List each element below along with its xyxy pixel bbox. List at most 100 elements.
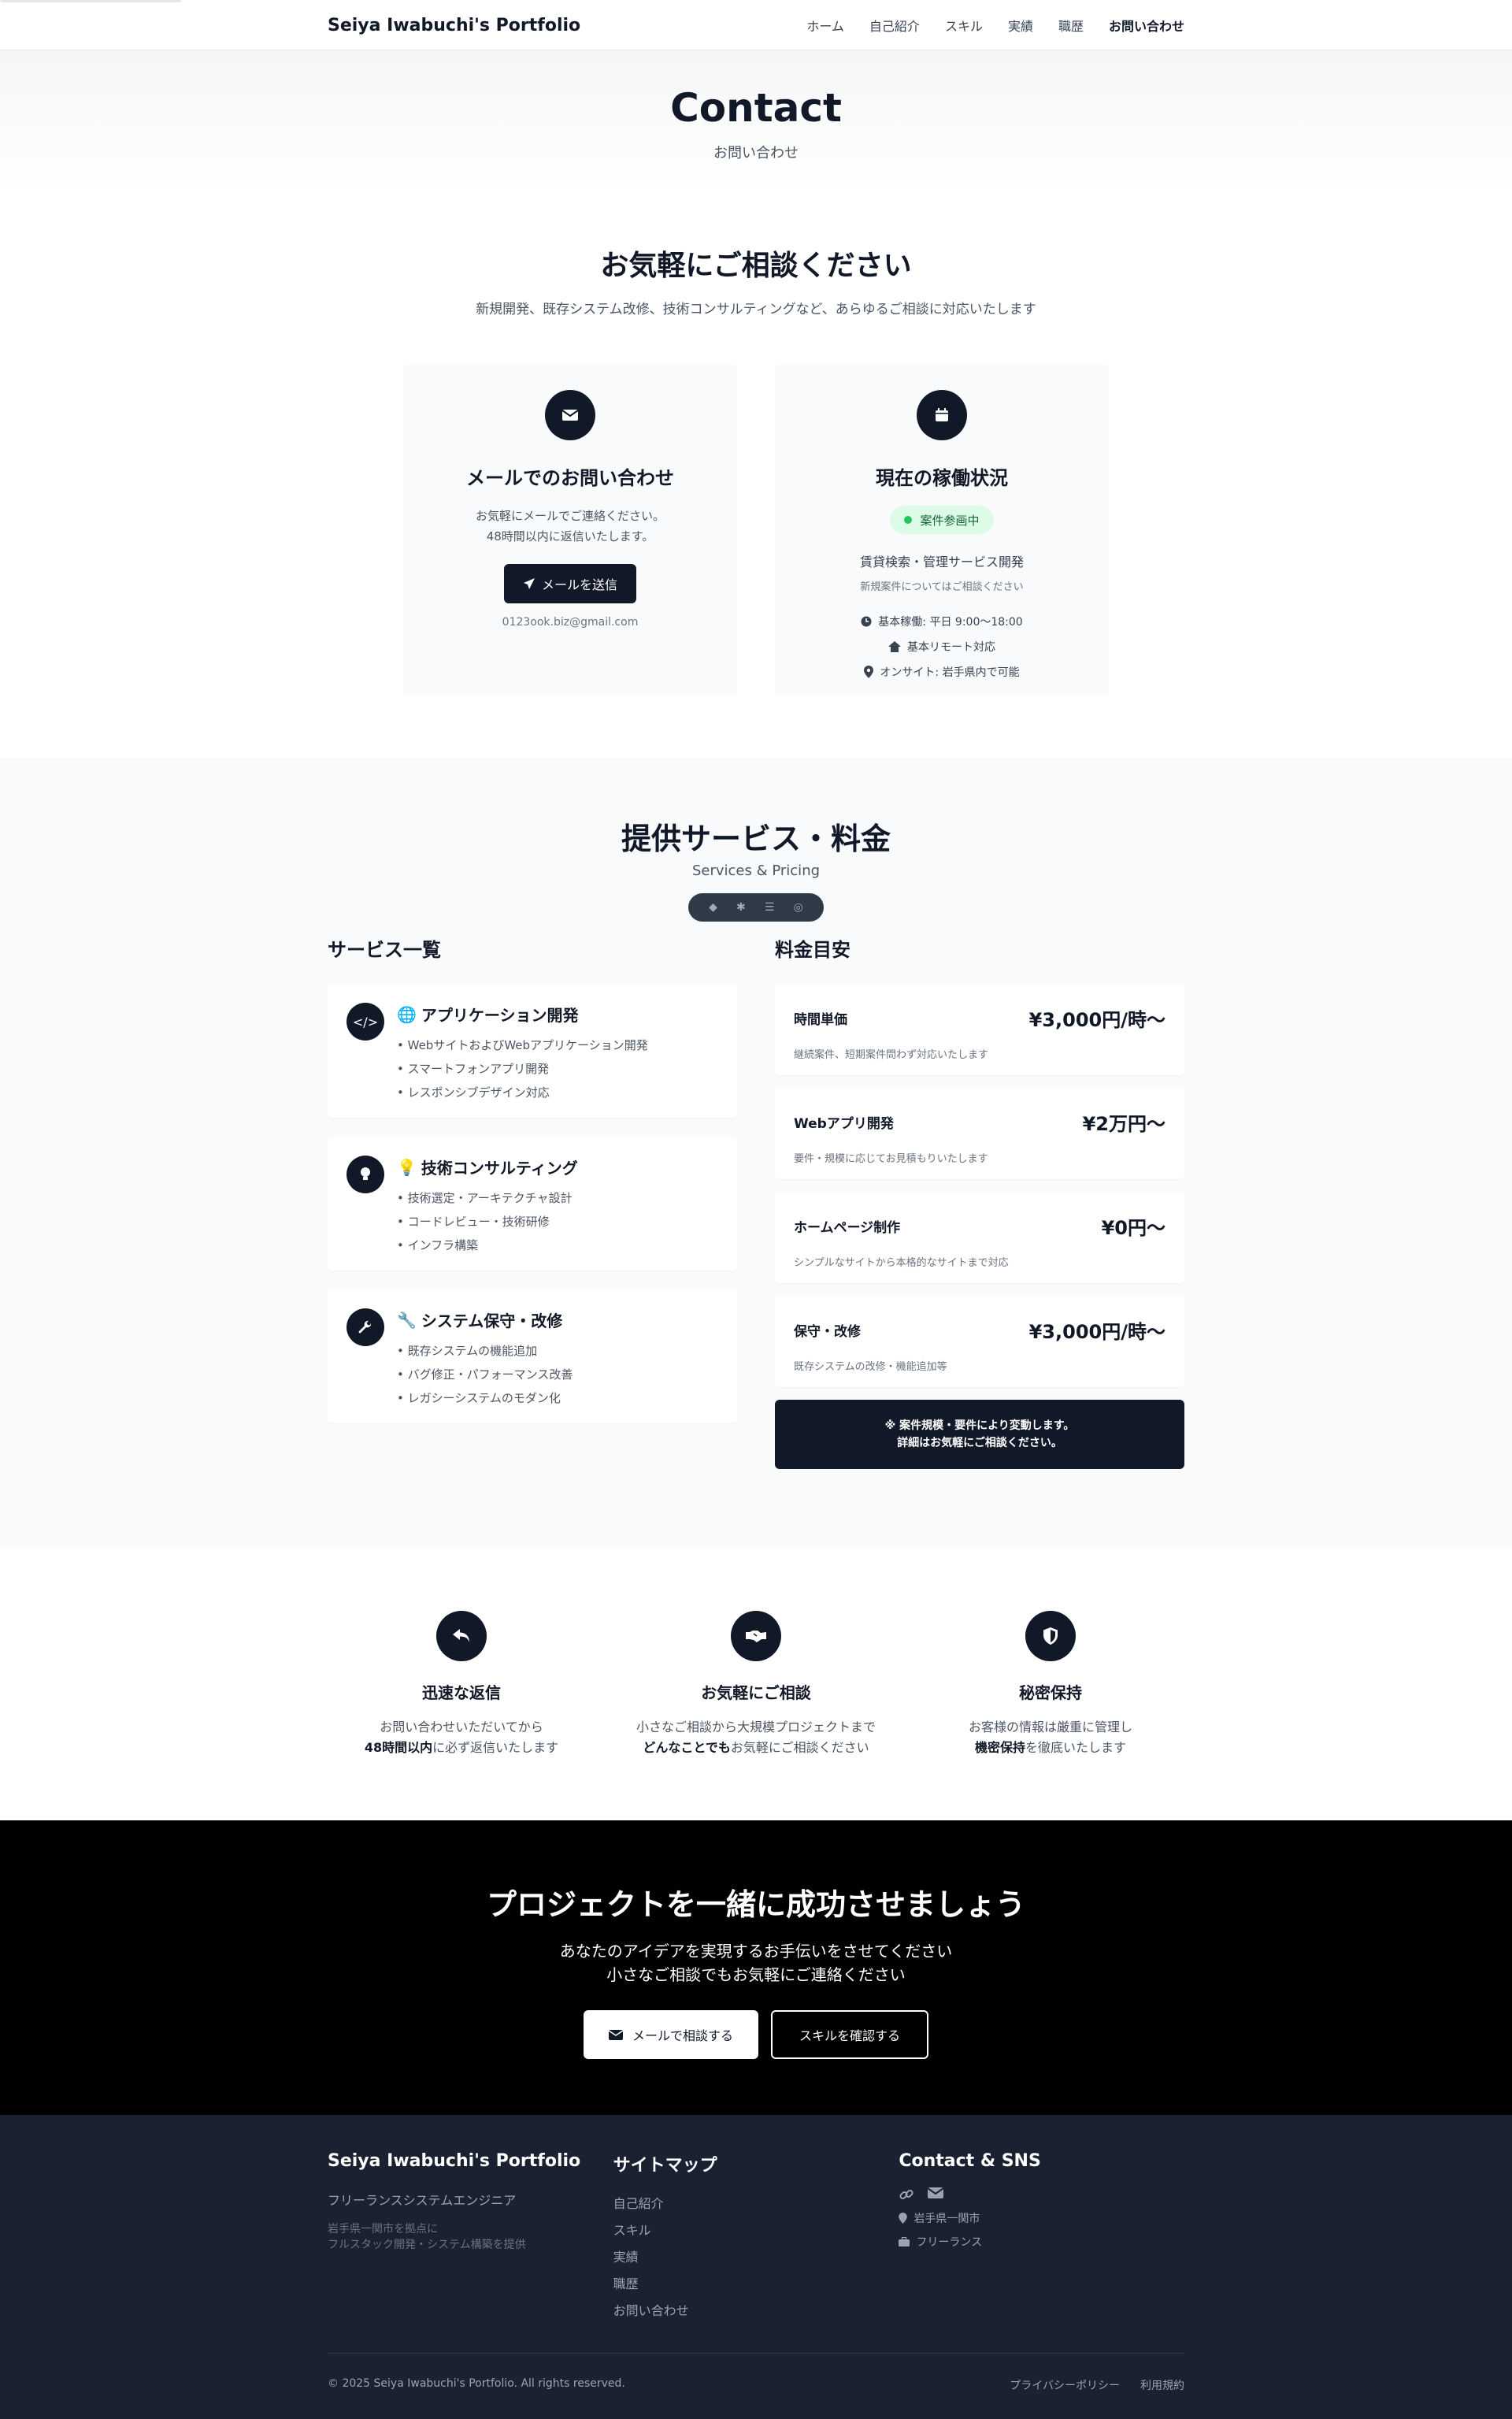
shield-icon [1025,1611,1076,1661]
service-list: サービス一覧 </> 🌐 アプリケーション開発 • WebサイトおよびWebアプリ… [328,934,737,1469]
email-card-desc-1: お気軽にメールでご連絡ください。 [475,509,665,523]
nav-skills[interactable]: スキル [945,16,983,35]
pricing-list: 料金目安 時間単価 ¥3,000円/時〜 継続案件、短期案件問わず対応いたします … [775,934,1184,1469]
footer-link-career[interactable]: 職歴 [613,2271,899,2298]
footer-link-works[interactable]: 実績 [613,2244,899,2271]
privacy-link[interactable]: プライバシーポリシー [1010,2377,1120,2393]
map-pin-icon [864,666,874,678]
envelope-icon [608,2029,623,2040]
list-item: • コードレビュー・技術研修 [397,1215,550,1229]
remote-row: 基本リモート対応 [775,634,1109,659]
list-item: • スマートフォンアプリ開発 [397,1062,550,1076]
contact-title: Contact & SNS [899,2151,1041,2171]
status-badge: 案件参画中 [890,506,994,534]
list-item: • 技術選定・アーキテクチャ設計 [397,1191,573,1205]
wrench-icon [346,1308,384,1346]
status-card-title: 現在の稼働状況 [876,467,1008,489]
feature-fast-reply: 迅速な返信 お問い合わせいただいてから 48時間以内に必ず返信いたします [314,1611,609,1820]
view-skills-button[interactable]: スキルを確認する [771,2010,929,2059]
paper-plane-icon [523,578,535,589]
bulb-emoji-icon: 💡 [397,1157,417,1177]
code-icon: </> [346,1003,384,1041]
list-item: • レガシーシステムのモダン化 [397,1391,561,1405]
clock-icon [861,616,872,627]
pricing-title: 料金目安 [775,939,850,961]
site-header: Seiya Iwabuchi's Portfolio ホーム 自己紹介 スキル … [0,0,1512,50]
globe-icon: 🌐 [397,1004,417,1024]
footer-location: 岩手県一関市 [899,2210,1184,2226]
email-address[interactable]: 0123ook.biz@gmail.com [403,616,737,629]
footer-link-contact[interactable]: お問い合わせ [613,2298,899,2324]
toolbar-star-icon[interactable]: ✱ [736,901,746,914]
footer-role: フリーランスシステムエンジニア [328,2193,517,2208]
email-card-title: メールでのお問い合わせ [466,467,674,489]
toolbar-list-icon[interactable]: ☰ [765,901,775,914]
handshake-icon [731,1611,781,1661]
briefcase-icon [899,2237,910,2246]
main-nav: ホーム 自己紹介 スキル 実績 職歴 お問い合わせ [806,16,1184,35]
status-badge-label: 案件参画中 [920,513,980,528]
footer-status: フリーランス [899,2234,1184,2250]
consult-section: お気軽にご相談ください 新規開発、既存システム改修、技術コンサルティングなど、あ… [0,194,1512,758]
nav-contact[interactable]: お問い合わせ [1109,16,1184,35]
pricing-notice: ※ 案件規模・要件により変動します。 詳細はお気軽にご相談ください。 [775,1400,1184,1469]
site-footer: Seiya Iwabuchi's Portfolio フリーランスシステムエンジ… [0,2115,1512,2419]
copyright: © 2025 Seiya Iwabuchi's Portfolio. All r… [328,2377,625,2390]
site-brand[interactable]: Seiya Iwabuchi's Portfolio [328,16,580,35]
page-subtitle: お問い合わせ [713,145,799,161]
consult-title: お気軽にご相談ください [600,250,912,282]
service-list-title: サービス一覧 [328,939,441,961]
price-card-hourly: 時間単価 ¥3,000円/時〜 継続案件、短期案件問わず対応いたします [775,984,1184,1075]
envelope-icon [545,390,595,440]
send-email-button[interactable]: メールを送信 [503,564,636,603]
service-card-maintenance: 🔧 システム保守・改修 • 既存システムの機能追加 • バグ修正・パフォーマンス改… [328,1289,737,1423]
service-card-consulting: 💡 技術コンサルティング • 技術選定・アーキテクチャ設計 • コードレビュー・技… [328,1137,737,1271]
list-item: • インフラ構築 [397,1238,479,1252]
status-card: 現在の稼働状況 案件参画中 賃貸検索・管理サービス開発 新規案件についてはご相談… [775,365,1109,696]
sitemap-title: サイトマップ [613,2156,717,2176]
footer-link-skills[interactable]: スキル [613,2217,899,2244]
price-card-webapp: Webアプリ開発 ¥2万円〜 要件・規模に応じてお見積もりいたします [775,1088,1184,1179]
new-project-note: 新規案件についてはご相談ください [860,581,1024,593]
price-card-homepage: ホームページ制作 ¥0円〜 シンプルなサイトから本格的なサイトまで対応 [775,1192,1184,1283]
tool-emoji-icon: 🔧 [397,1310,417,1330]
page-title: Contact [670,85,842,131]
price-card-maintenance: 保守・改修 ¥3,000円/時〜 既存システムの改修・機能追加等 [775,1296,1184,1387]
toolbar-settings-icon[interactable]: ◎ [794,901,803,914]
list-item: • バグ修正・パフォーマンス改善 [397,1367,573,1382]
lightbulb-icon [346,1156,384,1193]
onsite-row: オンサイト: 岩手県内で可能 [775,659,1109,685]
hero-section: Contact お問い合わせ [0,50,1512,194]
services-title: 提供サービス・料金 [621,822,891,856]
nav-about[interactable]: 自己紹介 [869,16,920,35]
features-section: 迅速な返信 お問い合わせいただいてから 48時間以内に必ず返信いたします お気軽に… [0,1548,1512,1820]
services-section: 提供サービス・料金 Services & Pricing ◆ ✱ ☰ ◎ サービ… [0,758,1512,1548]
home-icon [888,641,901,652]
status-dot-icon [904,516,913,524]
nav-career[interactable]: 職歴 [1058,16,1084,35]
floating-toolbar[interactable]: ◆ ✱ ☰ ◎ [688,893,824,922]
list-item: • WebサイトおよびWebアプリケーション開発 [397,1038,648,1052]
cta-section: プロジェクトを一緒に成功させましょう あなたのアイデアを実現するお手伝いをさせて… [0,1820,1512,2115]
list-item: • 既存システムの機能追加 [397,1344,538,1358]
nav-works[interactable]: 実績 [1008,16,1033,35]
reply-icon [436,1611,487,1661]
work-hours-row: 基本稼働: 平日 9:00〜18:00 [775,609,1109,634]
toolbar-pin-icon[interactable]: ◆ [709,901,717,914]
services-subtitle: Services & Pricing [691,863,821,879]
terms-link[interactable]: 利用規約 [1140,2377,1184,2393]
nav-home[interactable]: ホーム [806,16,844,35]
current-project: 賃貸検索・管理サービス開発 [859,555,1024,570]
calendar-icon [917,390,967,440]
footer-brand: Seiya Iwabuchi's Portfolio [328,2151,581,2171]
link-icon[interactable] [899,2187,914,2202]
mail-icon[interactable] [927,2187,944,2199]
feature-consult: お気軽にご相談 小さなご相談から大規模プロジェクトまで どんなことでもお気軽にご相… [609,1611,903,1820]
feature-confidentiality: 秘密保持 お客様の情報は厳重に管理し 機密保持を徹底いたします [903,1611,1198,1820]
cta-title: プロジェクトを一緒に成功させましょう [486,1887,1025,1922]
email-card: メールでのお問い合わせ お気軽にメールでご連絡ください。 48時間以内に返信いたし… [403,365,737,696]
browser-tab-stub [0,0,181,2]
footer-link-about[interactable]: 自己紹介 [613,2191,899,2217]
map-pin-icon [899,2213,908,2224]
email-consult-button[interactable]: メールで相談する [583,2010,758,2059]
